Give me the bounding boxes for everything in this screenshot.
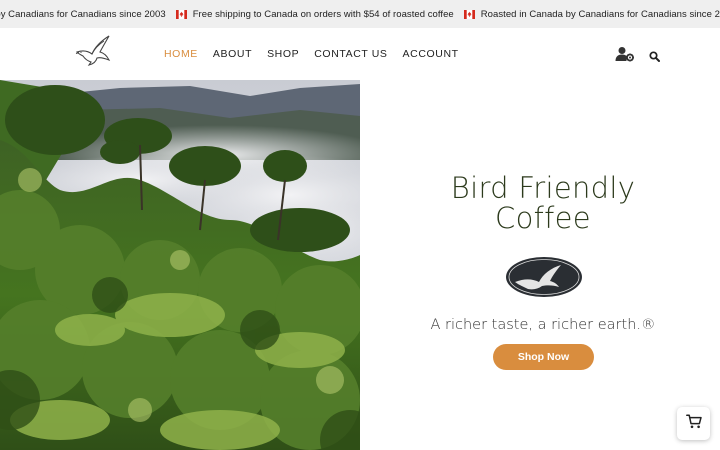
hero-tagline: A richer taste, a richer earth.® xyxy=(430,317,656,333)
user-settings-icon[interactable] xyxy=(615,46,635,62)
hero-title-line: Coffee xyxy=(495,201,591,235)
birds-and-beans-badge xyxy=(505,256,583,298)
main-nav: HOME ABOUT SHOP CONTACT US ACCOUNT xyxy=(164,28,474,80)
announcement-bar: da by Canadians for Canadians since 2003… xyxy=(0,0,720,28)
announcement-item: da by Canadians for Canadians since 2003 xyxy=(0,9,166,20)
announcement-track: da by Canadians for Canadians since 2003… xyxy=(0,0,720,28)
hero-title: Bird Friendly Coffee xyxy=(360,173,720,233)
floating-cart-button[interactable] xyxy=(677,407,710,440)
nav-about[interactable]: ABOUT xyxy=(213,48,252,60)
announcement-text: Roasted in Canada by Canadians for Canad… xyxy=(480,8,720,20)
nav-account[interactable]: ACCOUNT xyxy=(403,48,459,60)
announcement-item: Roasted in Canada by Canadians for Canad… xyxy=(463,8,720,20)
site-header: HOME ABOUT SHOP CONTACT US ACCOUNT xyxy=(0,28,720,80)
hero-content: Bird Friendly Coffee A richer taste, a r… xyxy=(360,80,720,450)
announcement-item: Free shipping to Canada on orders with $… xyxy=(175,8,454,20)
canada-flag-icon xyxy=(463,9,475,19)
hero-title-line: Bird Friendly xyxy=(450,171,636,205)
announcement-text: Free shipping to Canada on orders with $… xyxy=(192,8,454,20)
nav-contact-us[interactable]: CONTACT US xyxy=(314,48,387,60)
search-icon[interactable] xyxy=(649,49,660,62)
bird-logo-icon[interactable] xyxy=(74,32,112,68)
nav-home[interactable]: HOME xyxy=(164,48,198,60)
shop-now-button[interactable]: Shop Now xyxy=(493,344,594,370)
nav-shop[interactable]: SHOP xyxy=(267,48,299,60)
announcement-text: da by Canadians for Canadians since 2003 xyxy=(0,8,166,20)
canada-flag-icon xyxy=(175,9,187,19)
rainforest-hero-image xyxy=(0,80,360,450)
shopping-cart-icon xyxy=(685,413,702,434)
